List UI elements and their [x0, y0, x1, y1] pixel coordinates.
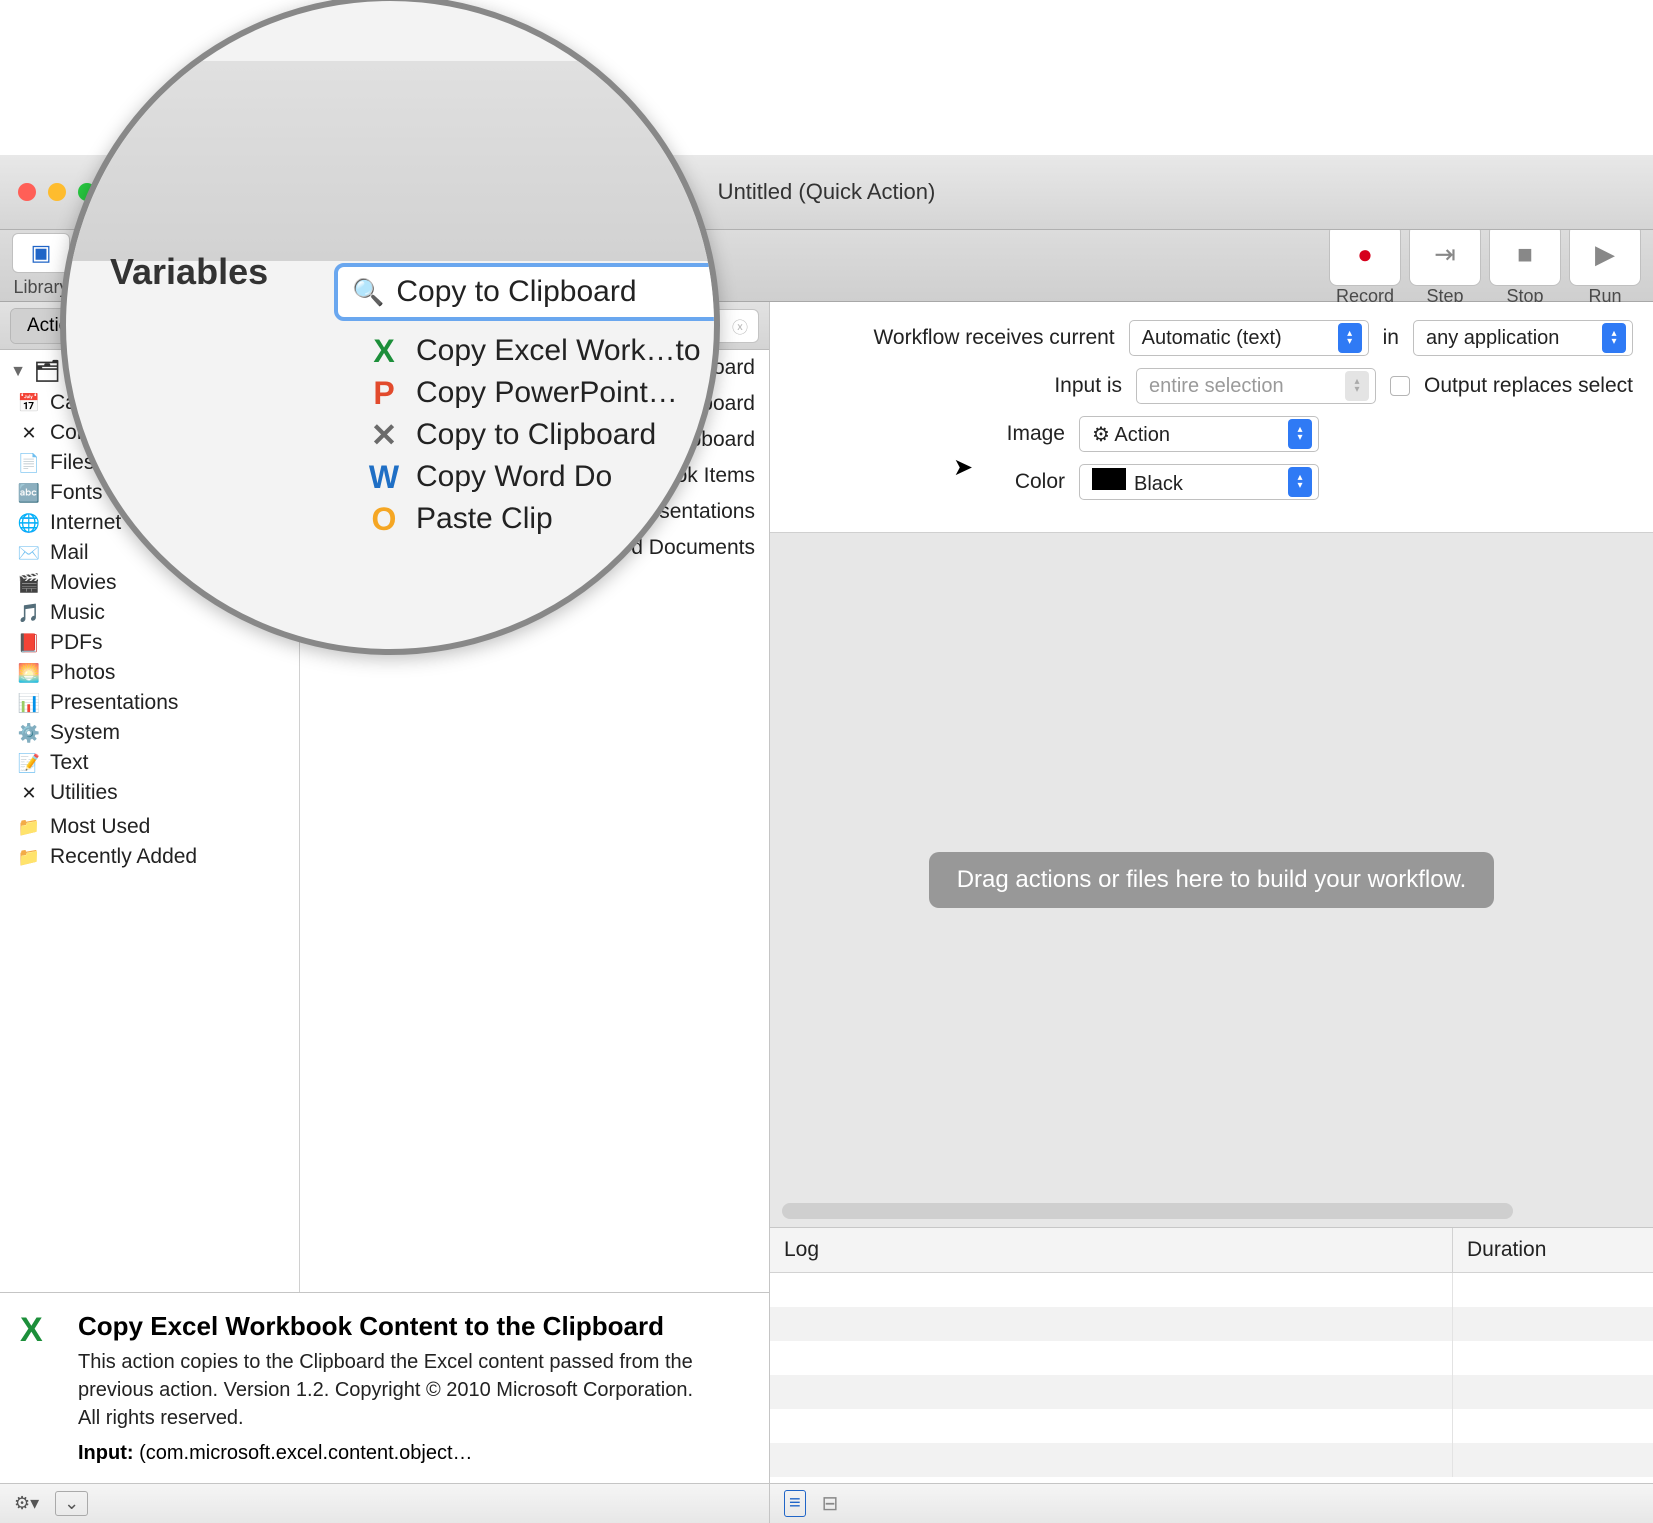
sidebar-status: ⚙︎▾ ⌄	[0, 1483, 769, 1523]
image-select[interactable]: ⚙ Action▴▾	[1079, 416, 1319, 452]
result-outlook[interactable]: OPaste Clip	[366, 501, 701, 537]
close-button[interactable]	[18, 183, 36, 201]
finder-icon: 📄	[18, 452, 40, 474]
internet-icon: 🌐	[18, 512, 40, 534]
folder-icon: 📁	[18, 846, 40, 868]
result-excel[interactable]: XCopy Excel Work…to	[366, 333, 701, 369]
input-is-select: entire selection▴▾	[1136, 368, 1376, 404]
output-replaces-label: Output replaces select	[1424, 374, 1633, 398]
contacts-icon: ✕	[18, 422, 40, 444]
category-system[interactable]: ⚙️System	[0, 718, 299, 748]
log-rows	[770, 1273, 1653, 1483]
log-pane: Log Duration	[770, 1227, 1653, 1483]
movies-icon: 🎬	[18, 572, 40, 594]
category-utilities[interactable]: ✕Utilities	[0, 778, 299, 808]
excel-icon: X	[20, 1311, 62, 1353]
calendar-icon: 📅	[18, 392, 40, 414]
log-view-icon[interactable]: ⊟	[822, 1491, 839, 1516]
minimize-button[interactable]	[48, 183, 66, 201]
result-powerpoint[interactable]: PCopy PowerPoint…	[366, 375, 701, 411]
fonts-icon: 🔤	[18, 482, 40, 504]
favorite-recently-added[interactable]: 📁Recently Added	[0, 842, 299, 872]
step-icon: ⇥	[1434, 241, 1456, 267]
workflow-canvas[interactable]: Drag actions or files here to build your…	[770, 533, 1653, 1227]
mouse-cursor: ➤	[953, 453, 973, 482]
text-icon: 📝	[18, 752, 40, 774]
input-is-label: Input is	[1054, 374, 1122, 398]
mail-icon: ✉️	[18, 542, 40, 564]
presentations-icon: 📊	[18, 692, 40, 714]
result-clipboard[interactable]: ✕Copy to Clipboard	[366, 417, 701, 453]
clear-search-icon[interactable]: ⓧ	[732, 314, 748, 338]
library-toggle-button[interactable]: ▣	[12, 233, 70, 273]
powerpoint-icon: P	[366, 375, 402, 411]
workflow-pane: Workflow receives current Automatic (tex…	[770, 302, 1653, 1523]
receives-select[interactable]: Automatic (text)▴▾	[1129, 320, 1369, 356]
run-button[interactable]: ▶	[1569, 224, 1641, 286]
color-select[interactable]: Black▴▾	[1079, 464, 1319, 500]
stop-icon: ■	[1517, 241, 1533, 267]
library-label: Library	[13, 277, 68, 298]
description-body: This action copies to the Clipboard the …	[78, 1348, 708, 1432]
horizontal-scrollbar[interactable]	[782, 1203, 1513, 1219]
description-title: Copy Excel Workbook Content to the Clipb…	[78, 1311, 708, 1342]
quick-action-config: Workflow receives current Automatic (tex…	[770, 302, 1653, 533]
gear-icon[interactable]: ⚙︎▾	[14, 1493, 39, 1514]
window-title: Untitled (Quick Action)	[718, 179, 936, 205]
receives-label: Workflow receives current	[873, 326, 1114, 350]
magnifier-overlay: Variables 🔍 Copy to Clipboard ✕ XCopy Ex…	[60, 0, 720, 655]
disclosure-icon[interactable]: ▼	[10, 363, 26, 381]
category-photos[interactable]: 🌅Photos	[0, 658, 299, 688]
magnifier-tab-variables[interactable]: Variables	[110, 251, 268, 293]
color-label: Color	[1015, 470, 1065, 494]
description-input: Input: (com.microsoft.excel.content.obje…	[78, 1442, 708, 1465]
chevron-down-icon[interactable]: ⌄	[55, 1491, 88, 1516]
color-swatch	[1092, 468, 1126, 490]
pdfs-icon: 📕	[18, 632, 40, 654]
record-icon: ●	[1357, 241, 1373, 267]
music-icon: 🎵	[18, 602, 40, 624]
folder-icon: 📁	[18, 816, 40, 838]
library-icon: 🗂	[34, 360, 61, 384]
excel-icon: X	[366, 333, 402, 369]
in-app-select[interactable]: any application▴▾	[1413, 320, 1633, 356]
photos-icon: 🌅	[18, 662, 40, 684]
word-icon: W	[366, 459, 402, 495]
magnifier-results: XCopy Excel Work…to PCopy PowerPoint… ✕C…	[366, 333, 701, 537]
category-text[interactable]: 📝Text	[0, 748, 299, 778]
run-icon: ▶	[1595, 241, 1615, 267]
workflow-status: ≡ ⊟	[770, 1483, 1653, 1523]
result-word[interactable]: WCopy Word Do	[366, 459, 701, 495]
record-button[interactable]: ●	[1329, 224, 1401, 286]
in-label: in	[1383, 326, 1399, 350]
utilities-icon: ✕	[366, 417, 402, 453]
category-presentations[interactable]: 📊Presentations	[0, 688, 299, 718]
list-view-icon[interactable]: ≡	[784, 1490, 806, 1517]
step-button[interactable]: ⇥	[1409, 224, 1481, 286]
stop-button[interactable]: ■	[1489, 224, 1561, 286]
search-icon: 🔍	[352, 277, 384, 308]
action-description: X Copy Excel Workbook Content to the Cli…	[0, 1292, 769, 1483]
magnifier-search-text: Copy to Clipboard	[396, 275, 720, 309]
favorite-most-used[interactable]: 📁Most Used	[0, 812, 299, 842]
output-replaces-checkbox[interactable]	[1390, 376, 1410, 396]
image-label: Image	[1007, 422, 1065, 446]
outlook-icon: O	[366, 501, 402, 537]
system-icon: ⚙️	[18, 722, 40, 744]
drop-hint: Drag actions or files here to build your…	[929, 852, 1495, 908]
log-header-log[interactable]: Log	[770, 1228, 1453, 1272]
magnifier-search[interactable]: 🔍 Copy to Clipboard	[334, 263, 720, 321]
utilities-icon: ✕	[18, 782, 40, 804]
log-header-duration[interactable]: Duration	[1453, 1228, 1653, 1272]
